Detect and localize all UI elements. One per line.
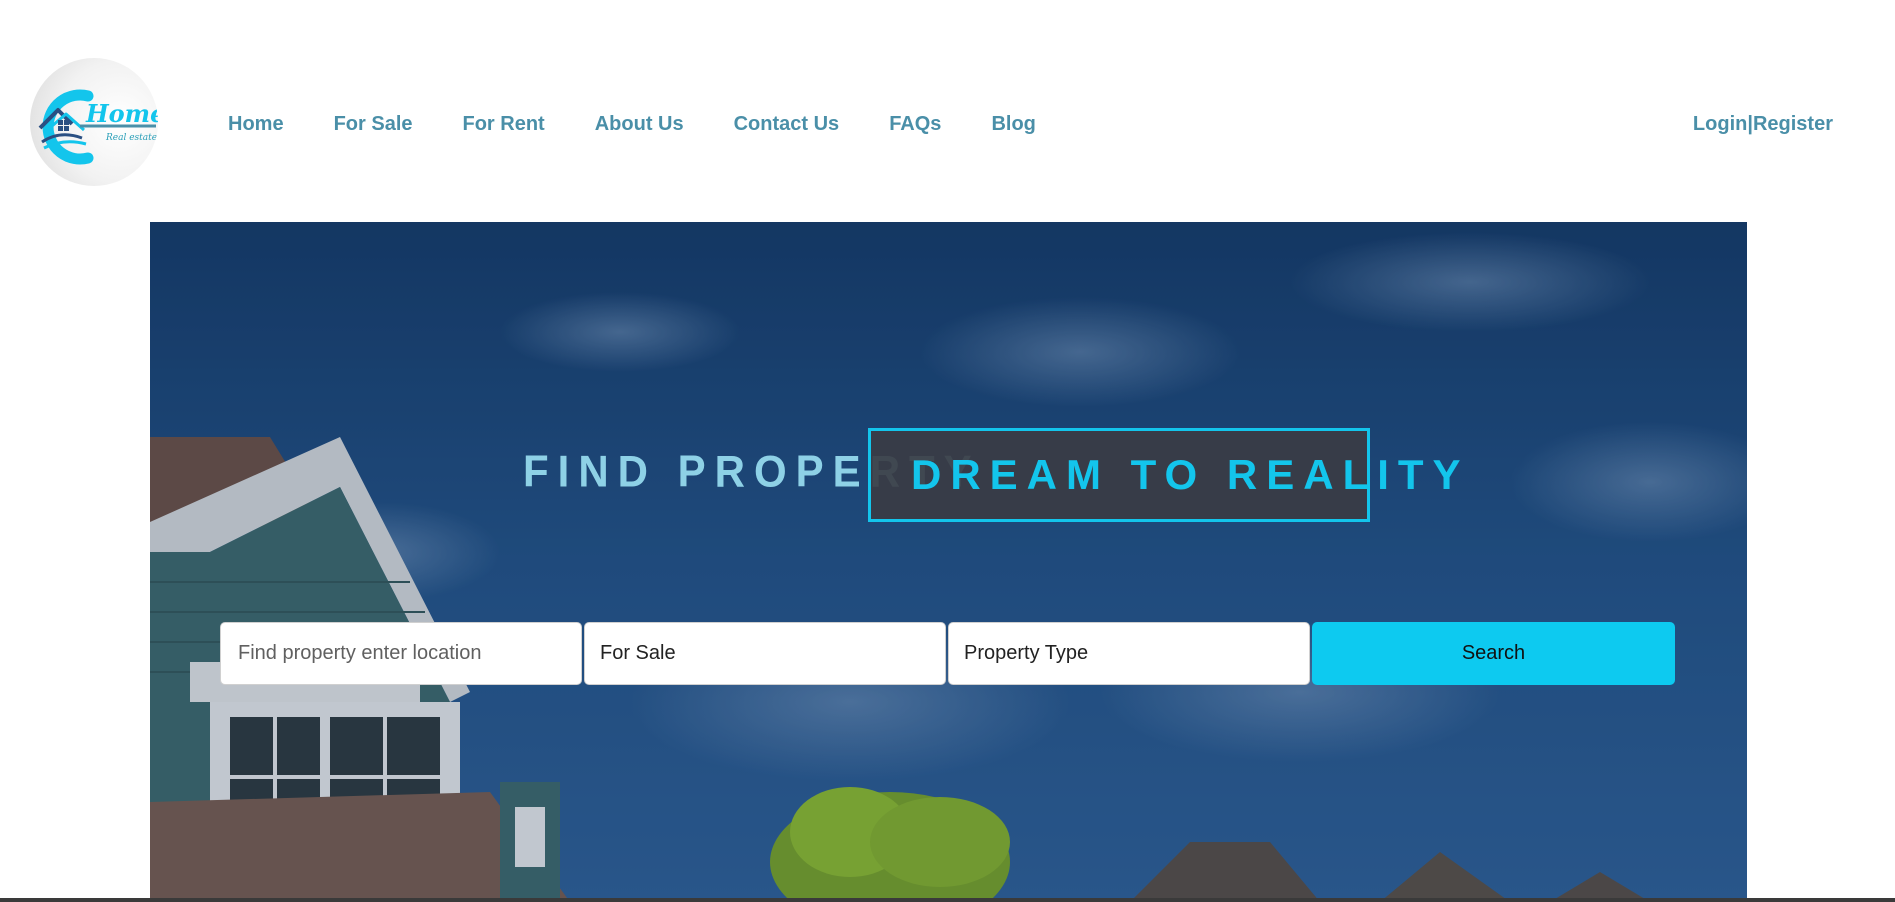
- nav-faqs[interactable]: FAQs: [889, 113, 941, 136]
- site-header: Home Real estate Home For Sale For Rent …: [0, 0, 1895, 222]
- hero-title: FIND PROPERTY DREAM TO REALITY: [150, 428, 1747, 524]
- window-bottom-edge: [0, 898, 1895, 902]
- nav-for-rent[interactable]: For Rent: [463, 113, 545, 136]
- brand-logo[interactable]: Home Real estate: [30, 58, 158, 186]
- house-roof-icon: Home Real estate: [38, 89, 158, 165]
- location-field[interactable]: [220, 622, 582, 685]
- auth-links: Login | Register: [1693, 108, 1833, 140]
- hero-title-highlight: DREAM TO REALITY: [868, 428, 1461, 522]
- nav-contact-us[interactable]: Contact Us: [734, 113, 840, 136]
- nav-blog[interactable]: Blog: [991, 113, 1035, 136]
- nav-home[interactable]: Home: [228, 113, 284, 136]
- logo-tagline: Real estate: [105, 133, 157, 143]
- property-type-select[interactable]: Property Type: [948, 622, 1310, 685]
- main-nav: Home For Sale For Rent About Us Contact …: [228, 108, 1086, 140]
- location-input[interactable]: [236, 641, 581, 666]
- nav-for-sale[interactable]: For Sale: [334, 113, 413, 136]
- listing-type-value: For Sale: [600, 642, 676, 664]
- hero-background-image: [150, 222, 1747, 902]
- hero-banner: FIND PROPERTY DREAM TO REALITY For Sale …: [150, 222, 1747, 902]
- login-link[interactable]: Login: [1693, 113, 1747, 136]
- nav-about-us[interactable]: About Us: [595, 113, 684, 136]
- logo-word: Home: [85, 99, 158, 128]
- property-type-value: Property Type: [964, 642, 1089, 664]
- listing-type-select[interactable]: For Sale: [584, 622, 946, 685]
- register-link[interactable]: Register: [1753, 113, 1833, 136]
- search-button[interactable]: Search: [1312, 622, 1675, 685]
- hero-title-right: DREAM TO REALITY: [911, 451, 1470, 498]
- property-search-bar: For Sale Property Type Search: [220, 622, 1675, 685]
